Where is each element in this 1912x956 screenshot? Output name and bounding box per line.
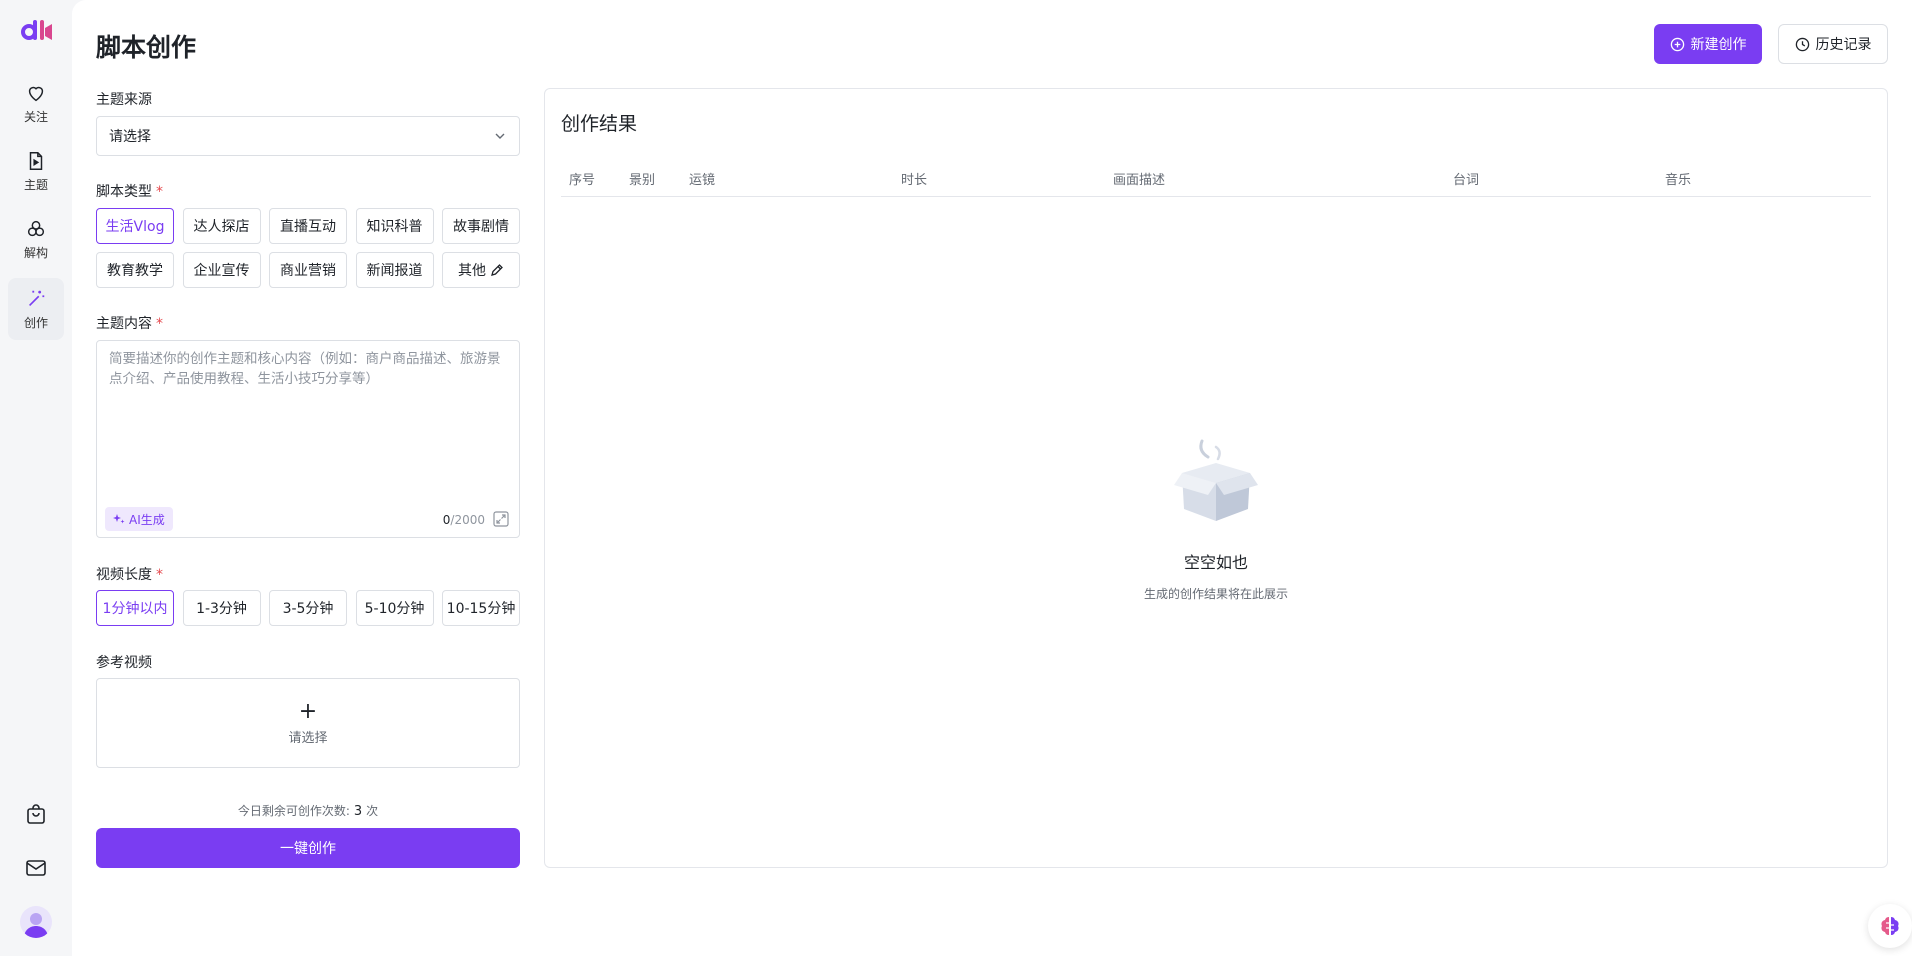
circles-icon [27, 220, 45, 236]
brain-assistant-button[interactable] [1868, 904, 1912, 948]
script-type-label: 脚本类型 * [96, 184, 163, 200]
empty-subtitle: 生成的创作结果将在此展示 [1143, 587, 1288, 601]
script-type-option[interactable]: 生活Vlog [96, 208, 174, 244]
result-panel: 创作结果 序号 景别 运镜 时长 画面描述 台词 音乐 空空如也 生成的创作结果… [544, 88, 1888, 868]
column-header: 景别 [629, 173, 656, 188]
chevron-down-icon [495, 133, 505, 139]
sidebar-item-label: 关注 [23, 109, 48, 124]
page-title: 脚本创作 [96, 33, 197, 62]
video-length-option[interactable]: 1-3分钟 [182, 590, 261, 626]
history-label: 历史记录 [1815, 37, 1872, 53]
one-click-create-button[interactable]: 一键创作 [96, 828, 520, 868]
video-length-option[interactable]: 5-10分钟 [355, 590, 434, 626]
script-type-option[interactable]: 达人探店 [182, 208, 261, 244]
video-file-icon [29, 151, 43, 170]
video-length-label: 视频长度 * [96, 567, 163, 583]
ai-generate-label: AI生成 [129, 512, 165, 527]
column-header: 音乐 [1665, 173, 1692, 188]
clock-icon [1795, 37, 1809, 51]
sidebar-item-label: 主题 [23, 177, 48, 192]
reference-video-upload[interactable]: + 请选择 [96, 678, 520, 768]
sidebar-item-deconstruct[interactable]: 解构 [8, 208, 64, 270]
topic-source-label: 主题来源 [96, 92, 152, 108]
script-type-option[interactable]: 新闻报道 [355, 252, 434, 288]
avatar[interactable] [20, 906, 52, 938]
column-header: 画面描述 [1113, 173, 1166, 188]
brain-icon [1881, 916, 1899, 936]
new-creation-label: 新建创作 [1690, 37, 1747, 53]
script-type-option[interactable]: 商业营销 [269, 252, 347, 288]
topic-content-input[interactable] [97, 341, 519, 491]
char-counter: 0/2000 [442, 513, 485, 527]
script-type-option[interactable]: 故事剧情 [442, 208, 520, 244]
history-button[interactable]: 历史记录 [1778, 24, 1888, 64]
script-type-option-other[interactable]: 其他 [442, 252, 520, 288]
other-label: 其他 [458, 263, 486, 279]
sidebar-item-label: 创作 [23, 315, 48, 330]
result-title: 创作结果 [561, 113, 638, 135]
sidebar-item-follow[interactable]: 关注 [8, 72, 64, 134]
video-length-options: 1分钟以内 1-3分钟 3-5分钟 5-10分钟 10-15分钟 [96, 590, 520, 626]
script-type-option[interactable]: 教育教学 [96, 252, 174, 288]
sparkle-icon [113, 514, 125, 524]
dl-logo[interactable] [19, 18, 53, 46]
expand-icon[interactable] [493, 511, 509, 527]
video-length-option[interactable]: 3-5分钟 [269, 590, 347, 626]
column-header: 运镜 [689, 173, 716, 188]
script-type-options: 生活Vlog 达人探店 直播互动 知识科普 故事剧情 教育教学 企业宣传 商业营… [96, 208, 520, 288]
heart-icon [28, 86, 44, 101]
sidebar-item-create[interactable]: 创作 [8, 278, 64, 340]
upload-label: 请选择 [288, 730, 328, 746]
pencil-icon [491, 264, 503, 276]
remaining-count: 今日剩余可创作次数: 3 次 [237, 804, 379, 819]
script-type-option[interactable]: 知识科普 [355, 208, 434, 244]
empty-box-icon [1174, 439, 1258, 521]
ai-generate-button[interactable]: AI生成 [105, 507, 173, 531]
reference-video-label: 参考视频 [96, 655, 152, 671]
column-header: 序号 [569, 173, 596, 188]
mail-icon[interactable] [24, 856, 48, 880]
plus-circle-icon [1670, 37, 1684, 51]
video-length-option[interactable]: 10-15分钟 [442, 590, 520, 626]
empty-title: 空空如也 [1183, 553, 1248, 572]
topic-content-box: AI生成 0/2000 [96, 340, 520, 538]
new-creation-button[interactable]: 新建创作 [1654, 24, 1762, 64]
topic-source-select[interactable]: 请选择 [96, 116, 520, 156]
empty-state: 空空如也 生成的创作结果将在此展示 [545, 439, 1887, 602]
plus-icon: + [298, 698, 318, 724]
sidebar: 关注 主题 解构 创作 [0, 0, 72, 956]
video-length-option[interactable]: 1分钟以内 [96, 590, 174, 626]
table-header: 序号 景别 运镜 时长 画面描述 台词 音乐 [561, 161, 1871, 197]
script-type-option[interactable]: 企业宣传 [182, 252, 261, 288]
main-panel: 脚本创作 新建创作 历史记录 主题来源 请选择 脚本类型 * 生活Vlog 达人探… [72, 0, 1912, 956]
topic-source-value: 请选择 [109, 129, 151, 145]
script-type-option[interactable]: 直播互动 [269, 208, 347, 244]
sidebar-item-topic[interactable]: 主题 [8, 140, 64, 202]
column-header: 台词 [1453, 173, 1480, 188]
column-header: 时长 [901, 173, 928, 188]
shopping-bag-icon[interactable] [24, 802, 48, 826]
magic-wand-icon [28, 290, 45, 306]
topic-content-label: 主题内容 * [96, 316, 163, 332]
sidebar-item-label: 解构 [23, 245, 48, 260]
